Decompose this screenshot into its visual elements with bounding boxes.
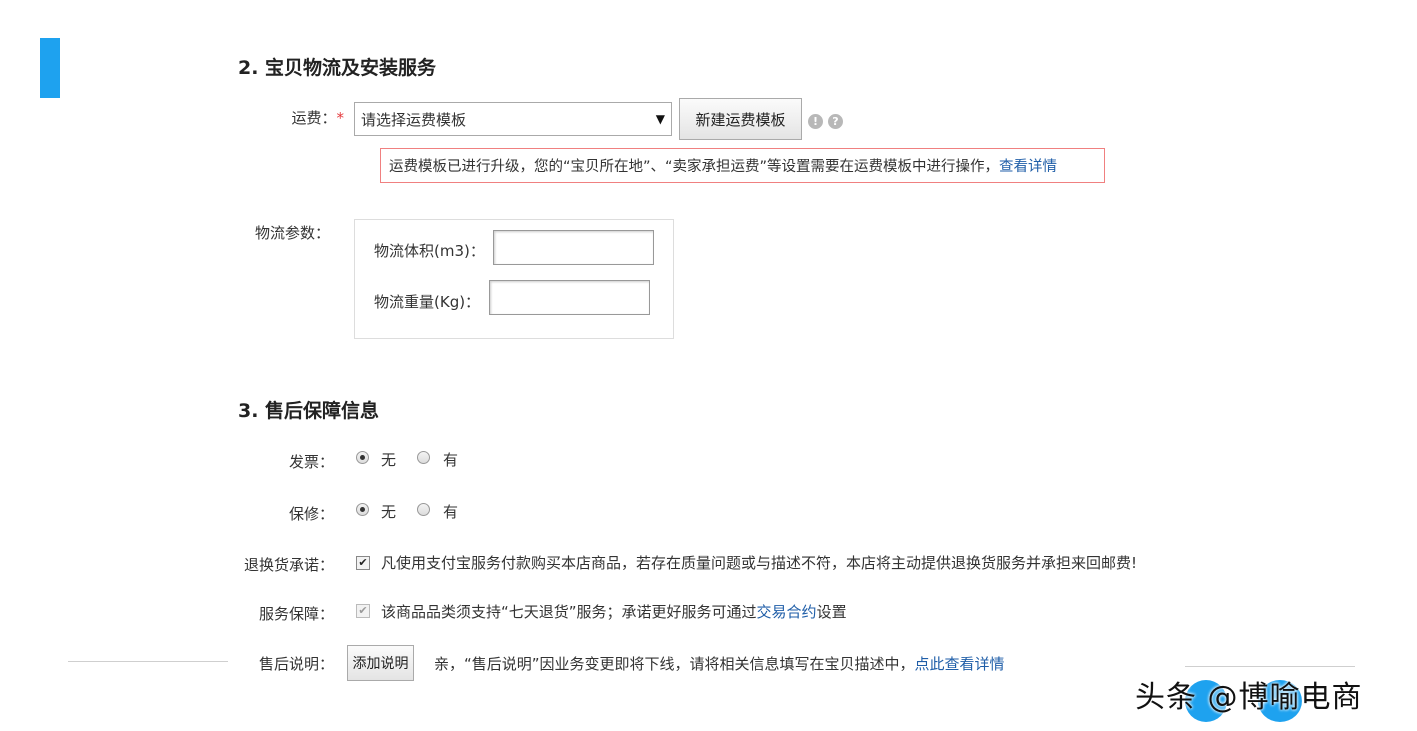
shipping-template-select[interactable]: 请选择运费模板 ▼: [354, 102, 672, 136]
shipping-upgrade-notice: 运费模板已进行升级，您的“宝贝所在地”、“卖家承担运费”等设置需要在运费模板中进…: [380, 148, 1105, 183]
add-note-button[interactable]: 添加说明: [347, 645, 414, 681]
section-title-logistics: 2. 宝贝物流及安装服务: [238, 57, 437, 79]
help-icon[interactable]: ?: [828, 114, 843, 129]
invoice-option-yes: 有: [443, 451, 459, 469]
service-guarantee-checkbox: ✔: [356, 604, 370, 618]
service-guarantee-label: 服务保障：: [258, 605, 334, 623]
info-icon[interactable]: !: [808, 114, 823, 129]
return-promise-text: 凡使用支付宝服务付款购买本店商品，若存在质量问题或与描述不符，本店将主动提供退换…: [381, 554, 1138, 572]
service-guarantee-text: 该商品品类须支持“七天退货”服务；承诺更好服务可通过交易合约设置: [381, 603, 847, 621]
new-shipping-template-button[interactable]: 新建运费模板: [679, 98, 802, 140]
watermark-text: 头条 @博喻电商: [1135, 680, 1363, 715]
invoice-radio-yes[interactable]: [417, 451, 430, 464]
warranty-radio-none[interactable]: [356, 503, 369, 516]
return-promise-label: 退换货承诺：: [243, 556, 334, 574]
required-mark: *: [336, 109, 345, 127]
invoice-option-none: 无: [381, 451, 397, 469]
logistics-params-label: 物流参数：: [254, 224, 330, 242]
notice-text: 运费模板已进行升级，您的“宝贝所在地”、“卖家承担运费”等设置需要在运费模板中进…: [389, 159, 1000, 175]
shipping-template-select-value: 请选择运费模板: [361, 110, 467, 129]
return-promise-checkbox[interactable]: ✔: [356, 556, 370, 570]
warranty-option-yes: 有: [443, 503, 459, 521]
warranty-label: 保修：: [288, 505, 334, 523]
weight-input[interactable]: [489, 280, 650, 315]
weight-label: 物流重量(Kg)：: [374, 293, 481, 311]
volume-label: 物流体积(m3)：: [374, 242, 485, 260]
dropdown-arrow-icon: ▼: [655, 112, 665, 126]
invoice-radio-none[interactable]: [356, 451, 369, 464]
trade-contract-link[interactable]: 交易合约: [757, 603, 817, 621]
shipping-label: 运费：*: [291, 109, 345, 127]
after-sales-note-label: 售后说明：: [258, 655, 334, 673]
volume-input[interactable]: [493, 230, 654, 265]
after-sales-note-text: 亲，“售后说明”因业务变更即将下线，请将相关信息填写在宝贝描述中，点此查看详情: [434, 655, 1005, 673]
section-title-after-sales: 3. 售后保障信息: [238, 400, 380, 422]
view-details-link[interactable]: 点此查看详情: [915, 655, 1005, 673]
notice-view-details-link[interactable]: 查看详情: [999, 155, 1057, 176]
divider-right: [1185, 666, 1355, 667]
invoice-label: 发票：: [288, 453, 334, 471]
accent-bar: [40, 38, 60, 98]
warranty-radio-yes[interactable]: [417, 503, 430, 516]
divider-left: [68, 661, 228, 662]
warranty-option-none: 无: [381, 503, 397, 521]
